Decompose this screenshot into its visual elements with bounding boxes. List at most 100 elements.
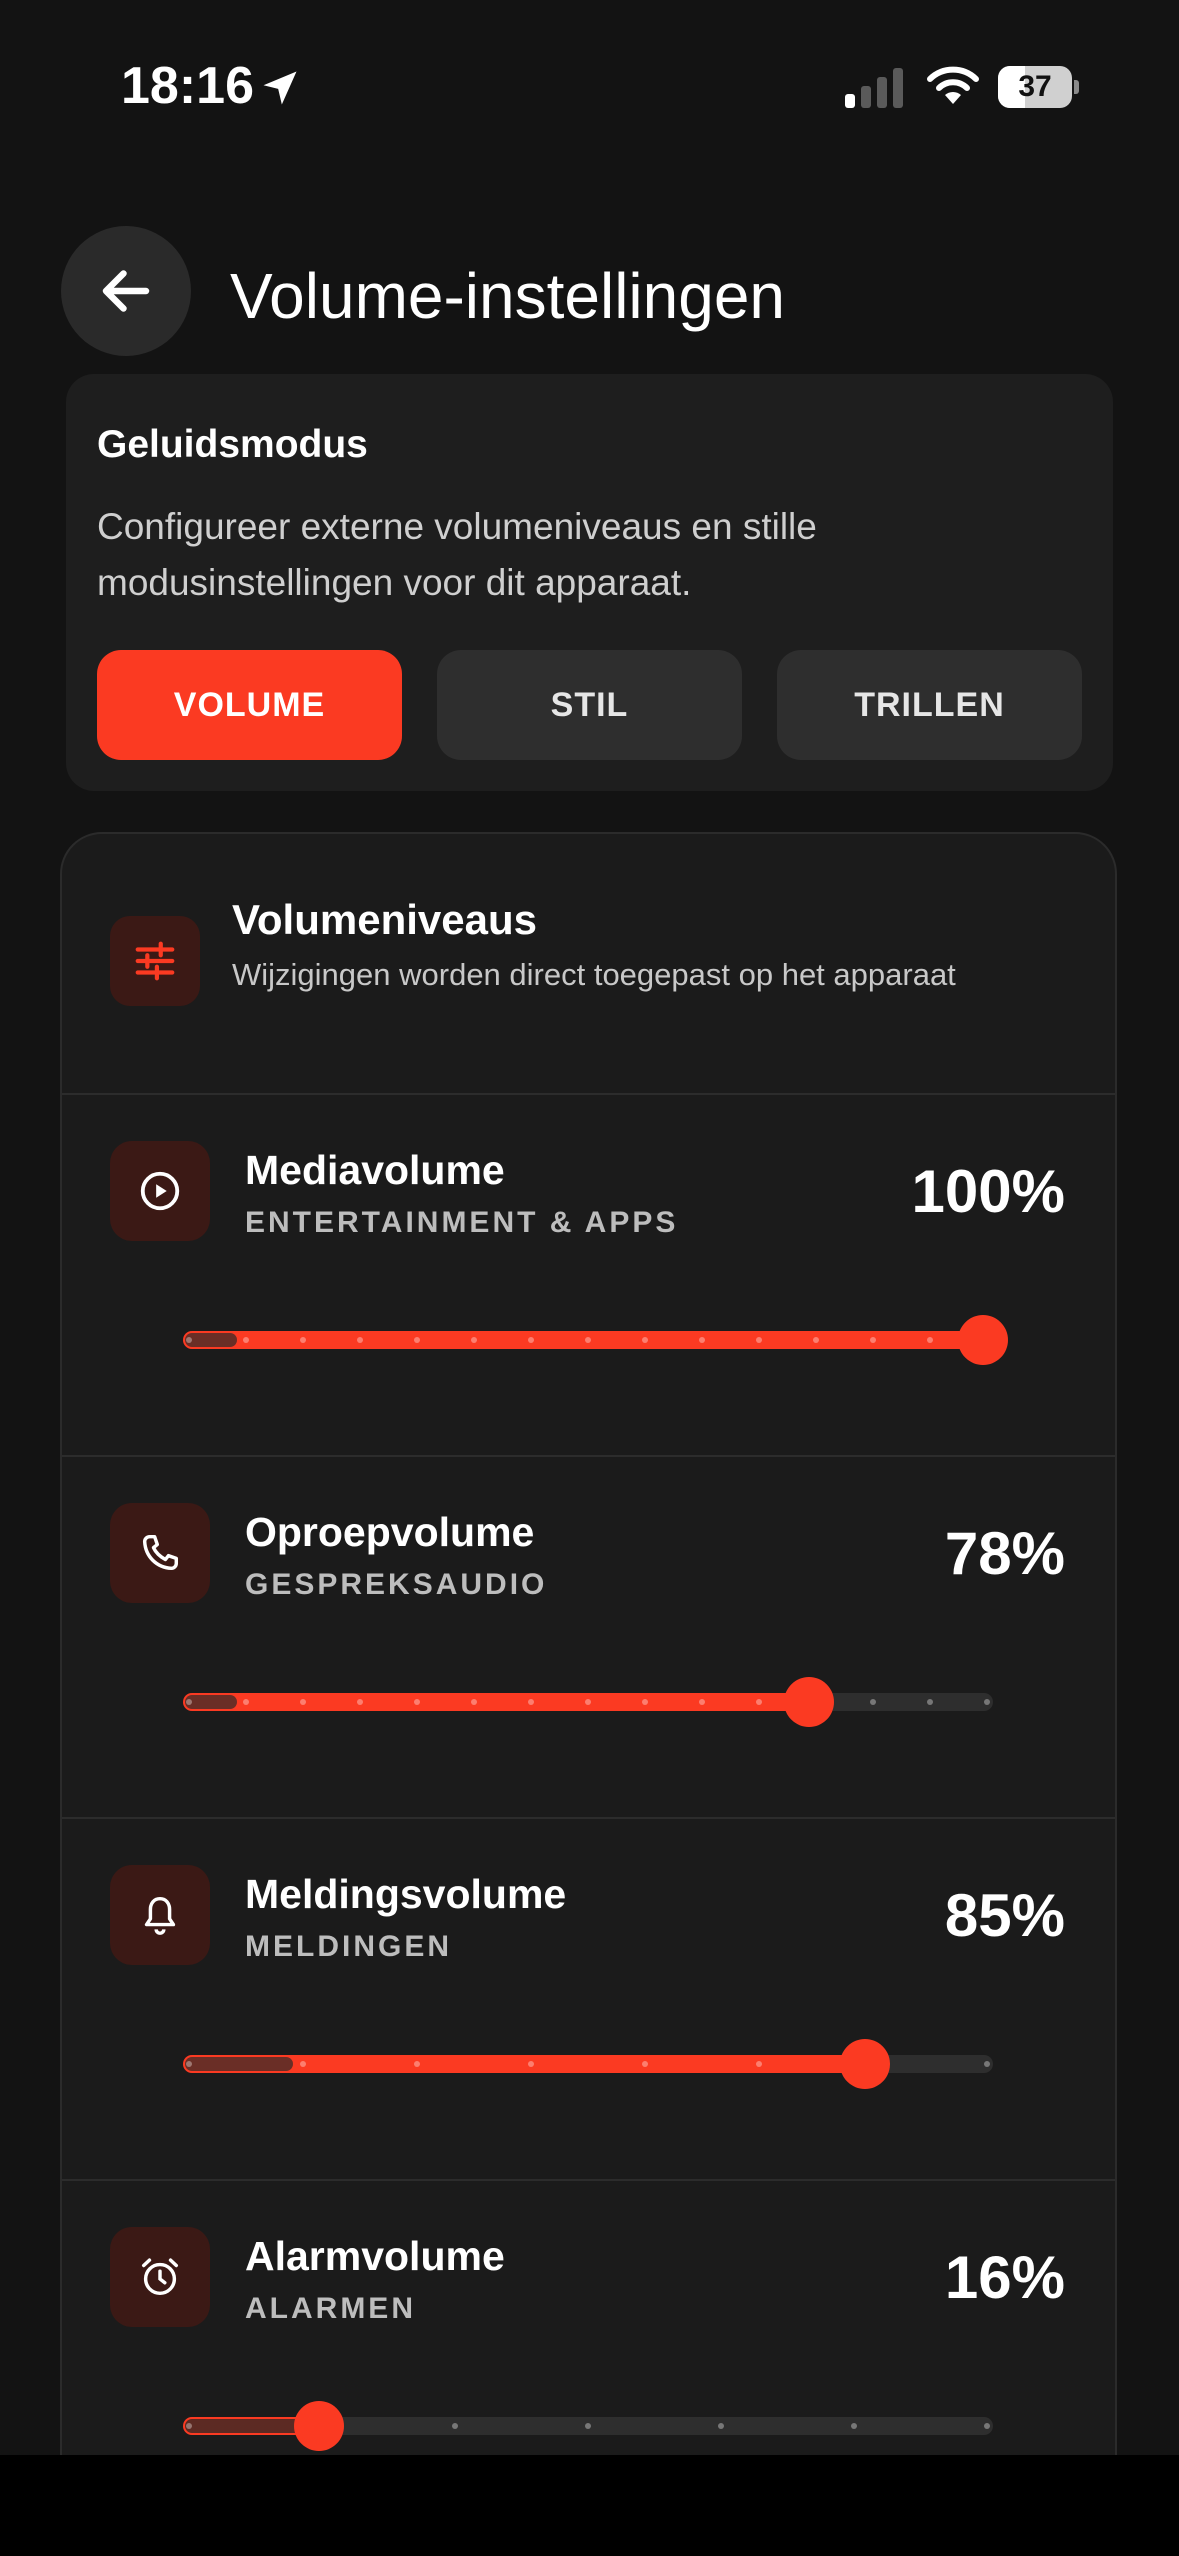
slider-thumb[interactable] [294, 2401, 345, 2451]
alarm-icon-box [110, 2227, 210, 2327]
volume-row-subtitle: GESPREKSAUDIO [245, 1568, 548, 1601]
volume-row-alarm: Alarmvolume ALARMEN 16% [62, 2181, 1115, 2455]
volume-row-percent: 85% [944, 1882, 1065, 1949]
media-volume-slider[interactable] [183, 1315, 1008, 1365]
sound-mode-description: Configureer externe volumeniveaus en sti… [97, 506, 817, 603]
slider-tick [243, 1699, 249, 1705]
volume-row-subtitle: ENTERTAINMENT & APPS [245, 1206, 679, 1239]
notification-volume-slider[interactable] [183, 2039, 993, 2089]
alarm-volume-slider[interactable] [183, 2401, 993, 2451]
screen: 18:16 37 Volume-instellingen Geluidsmodu… [0, 0, 1179, 2455]
slider-tick [186, 1337, 192, 1343]
arrow-left-icon [102, 270, 150, 312]
volume-row-title: Mediavolume [245, 1147, 505, 1193]
slider-tick [642, 2061, 648, 2067]
slider-start-segment [185, 1333, 237, 1347]
volume-row-subtitle: ALARMEN [245, 2292, 416, 2325]
slider-tick [585, 1699, 591, 1705]
slider-tick [300, 1337, 306, 1343]
location-arrow-icon [263, 71, 297, 105]
slider-thumb[interactable] [839, 2039, 890, 2089]
slider-tick [984, 2061, 990, 2067]
slider-tick [452, 2423, 458, 2429]
media-icon-box [110, 1141, 210, 1241]
wifi-icon [927, 66, 979, 104]
slider-tick [357, 1337, 363, 1343]
slider-tick [642, 1337, 648, 1343]
slider-tick [186, 2423, 192, 2429]
sliders-icon-box [110, 916, 200, 1006]
volume-row-notifications: Meldingsvolume MELDINGEN 85% [62, 1819, 1115, 2179]
battery-level: 37 [1018, 70, 1052, 103]
notification-icon-box [110, 1865, 210, 1965]
call-icon-box [110, 1503, 210, 1603]
slider-tick [813, 1337, 819, 1343]
slider-tick [414, 2061, 420, 2067]
slider-tick [300, 2061, 306, 2067]
bell-icon [144, 1896, 176, 1935]
slider-thumb[interactable] [958, 1315, 1008, 1365]
slider-tick [927, 1337, 933, 1343]
slider-start-segment [185, 2419, 305, 2433]
slider-tick [851, 2423, 857, 2429]
slider-tick [756, 1337, 762, 1343]
slider-start-segment [185, 2057, 293, 2071]
slider-tick [756, 2061, 762, 2067]
slider-fill [183, 1693, 814, 1711]
slider-tick [471, 1337, 477, 1343]
play-circle-icon [140, 1171, 180, 1211]
cellular-signal-icon [845, 68, 903, 108]
slider-tick [528, 1699, 534, 1705]
volume-row-subtitle: MELDINGEN [245, 1930, 452, 1963]
sound-mode-card: Geluidsmodus Configureer externe volumen… [66, 374, 1113, 791]
volume-row-call: Oproepvolume GESPREKSAUDIO 78% [62, 1457, 1115, 1817]
slider-tick [357, 1699, 363, 1705]
slider-tick [585, 2423, 591, 2429]
slider-tick [984, 1699, 990, 1705]
battery-tip [1074, 80, 1079, 94]
slider-tick [528, 1337, 534, 1343]
slider-tick [756, 1699, 762, 1705]
volume-row-percent: 16% [944, 2244, 1065, 2311]
slider-tick [186, 2061, 192, 2067]
mode-silent-button[interactable]: STIL [437, 650, 742, 760]
slider-tick [414, 1699, 420, 1705]
slider-tick [243, 1337, 249, 1343]
sound-mode-title: Geluidsmodus [97, 423, 368, 466]
volume-row-percent: 100% [911, 1158, 1065, 1225]
slider-tick [699, 1337, 705, 1343]
back-button[interactable] [61, 226, 191, 356]
volume-levels-title: Volumeniveaus [232, 896, 537, 943]
call-volume-slider[interactable] [183, 1677, 993, 1727]
slider-tick [186, 1699, 192, 1705]
slider-start-segment [185, 1695, 237, 1709]
sliders-icon [135, 941, 175, 981]
slider-tick [300, 1699, 306, 1705]
status-time: 18:16 [121, 57, 254, 115]
slider-tick [471, 1699, 477, 1705]
slider-tick [528, 2061, 534, 2067]
volume-levels-card: Volumeniveaus Wijzigingen worden direct … [60, 832, 1117, 2455]
slider-thumb[interactable] [784, 1677, 835, 1727]
slider-tick [927, 1699, 933, 1705]
slider-tick [414, 1337, 420, 1343]
slider-tick [870, 1699, 876, 1705]
volume-row-title: Oproepvolume [245, 1509, 535, 1555]
slider-tick [642, 1699, 648, 1705]
alarm-clock-icon [141, 2258, 179, 2296]
volume-row-media: Mediavolume ENTERTAINMENT & APPS 100% [62, 1095, 1115, 1455]
slider-tick [870, 1337, 876, 1343]
volume-row-title: Alarmvolume [245, 2233, 505, 2279]
phone-icon [142, 1534, 179, 1571]
slider-tick [718, 2423, 724, 2429]
volume-row-title: Meldingsvolume [245, 1871, 567, 1917]
battery-icon: 37 [998, 66, 1079, 108]
mode-volume-button[interactable]: VOLUME [97, 650, 402, 760]
home-indicator-area [0, 2455, 1179, 2556]
slider-tick [585, 1337, 591, 1343]
mode-vibrate-button[interactable]: TRILLEN [777, 650, 1082, 760]
slider-tick [699, 1699, 705, 1705]
page-title: Volume-instellingen [230, 260, 785, 332]
volume-levels-subtitle: Wijzigingen worden direct toegepast op h… [232, 957, 956, 992]
slider-tick [984, 2423, 990, 2429]
